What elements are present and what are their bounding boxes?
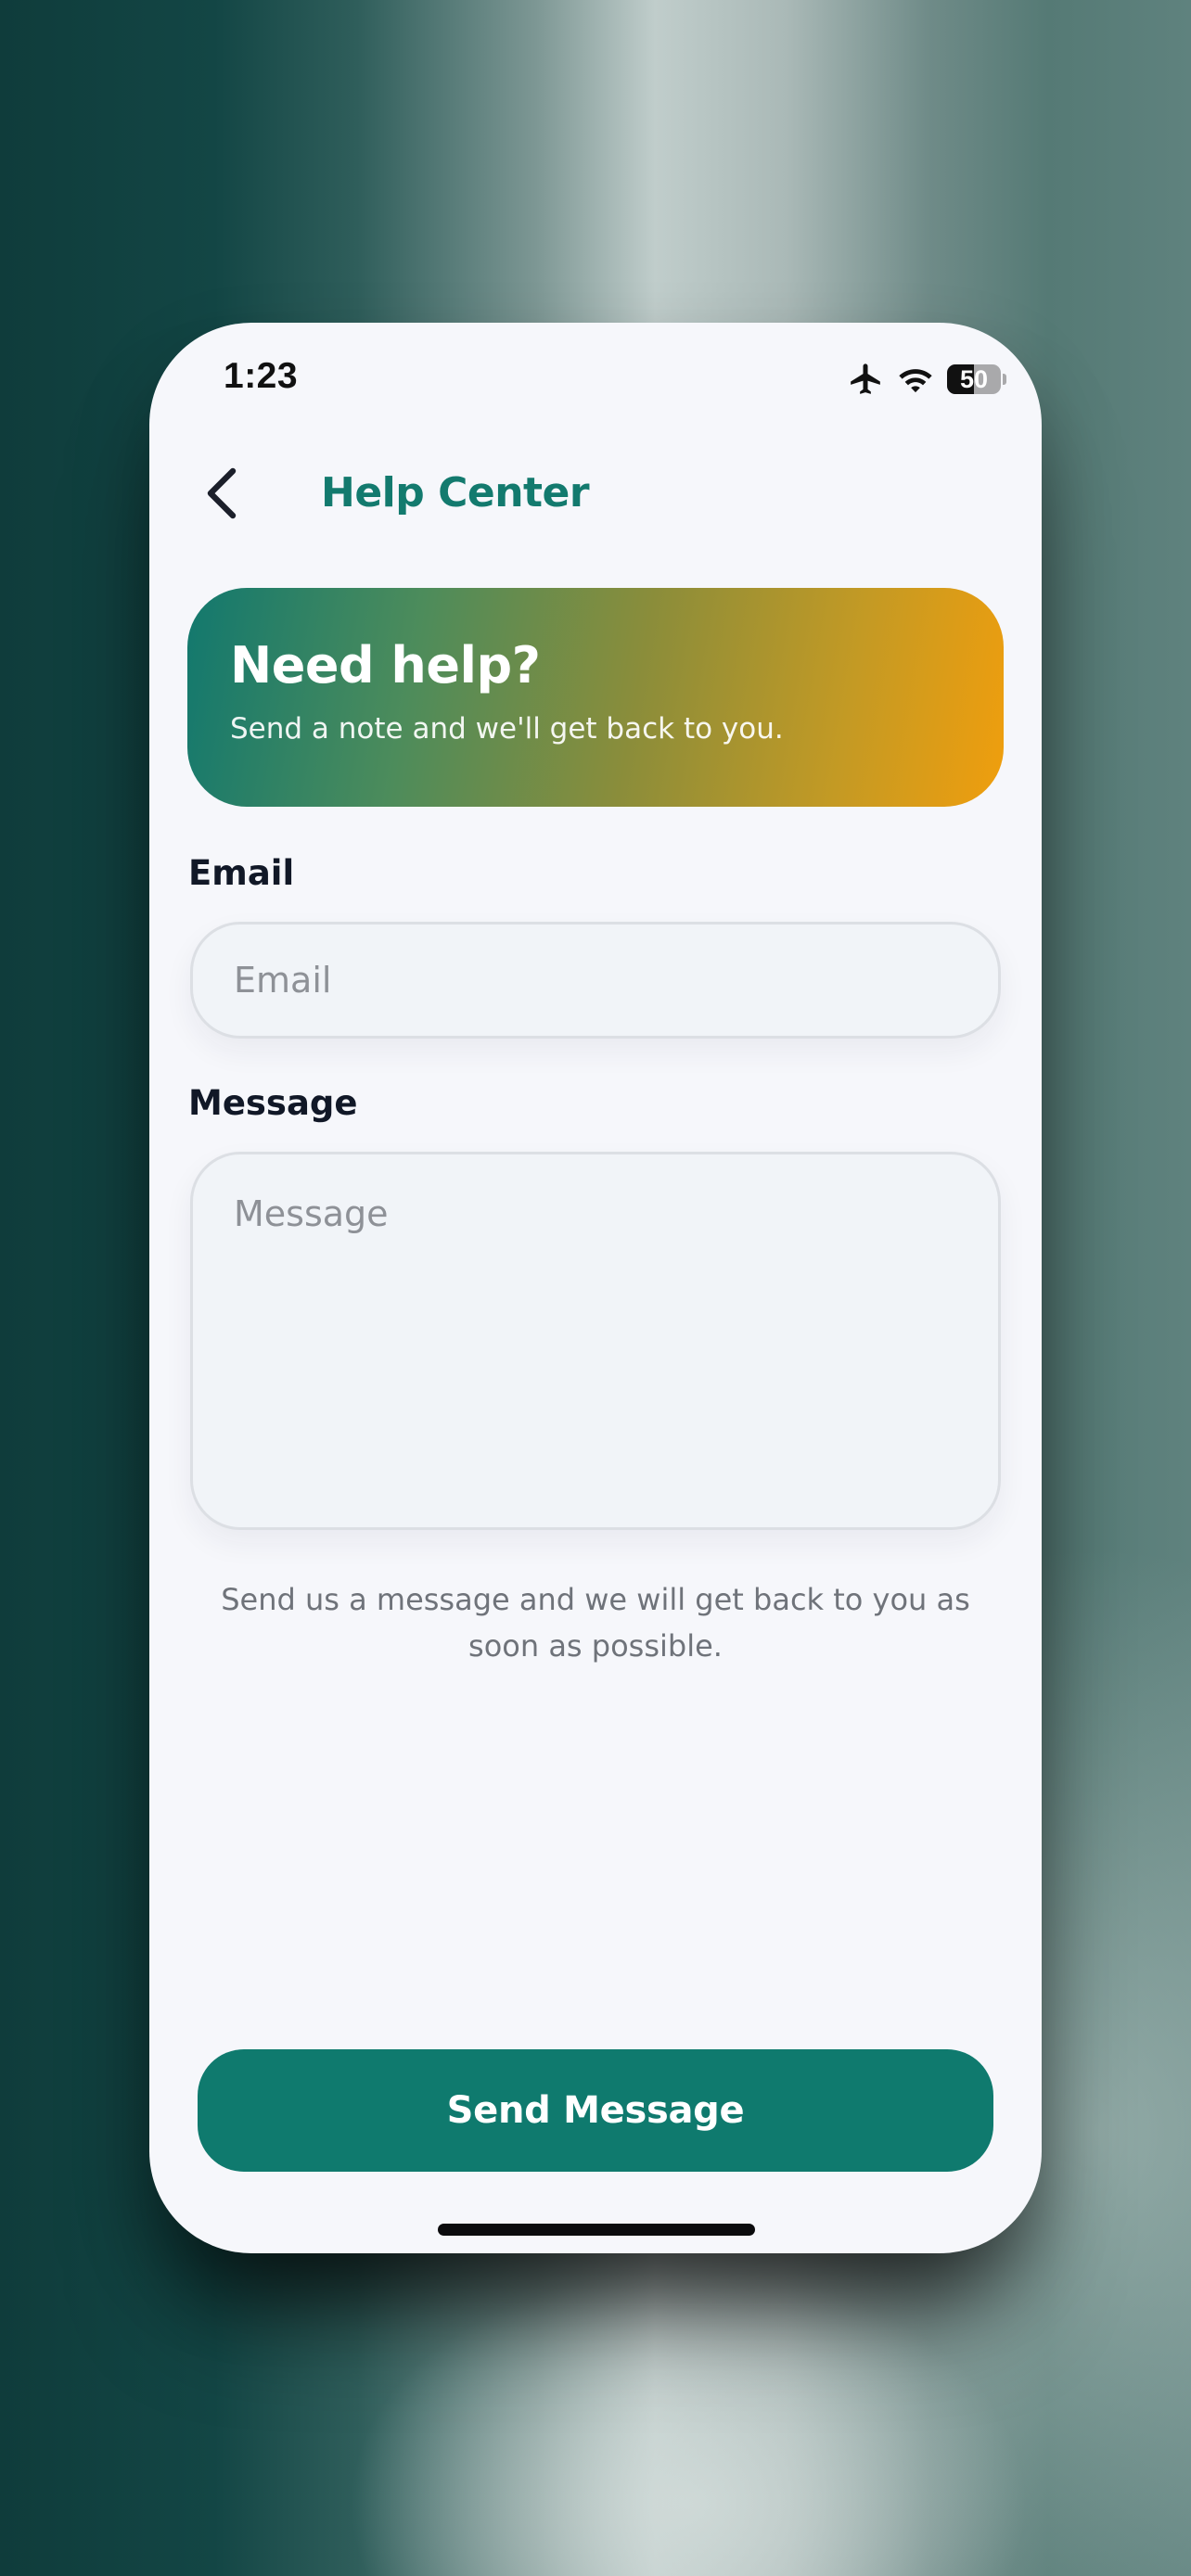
page-title: Help Center (321, 469, 590, 516)
battery-cap (1003, 374, 1006, 385)
message-label: Message (188, 1083, 358, 1123)
status-icons: 50 (847, 360, 1006, 399)
nav-bar: Help Center (149, 443, 1042, 545)
hero-title: Need help? (230, 636, 541, 695)
message-field[interactable] (190, 1152, 1001, 1530)
email-field[interactable] (190, 922, 1001, 1039)
battery-level-text: 50 (959, 364, 989, 393)
home-indicator[interactable] (438, 2224, 755, 2236)
back-button[interactable] (186, 460, 257, 530)
hero-subtitle: Send a note and we'll get back to you. (230, 712, 784, 746)
battery-icon: 50 (947, 364, 1001, 394)
phone-screen: 1:23 50 Help Center Need help? Send a no… (149, 323, 1042, 2253)
airplane-mode-icon (847, 361, 884, 398)
status-time: 1:23 (224, 356, 299, 396)
chevron-left-icon (201, 467, 242, 523)
helper-text: Send us a message and we will get back t… (221, 1582, 970, 1664)
status-bar: 1:23 50 (149, 323, 1042, 434)
wifi-icon (897, 364, 934, 394)
send-message-button[interactable]: Send Message (198, 2049, 993, 2172)
help-hero-banner: Need help? Send a note and we'll get bac… (187, 588, 1004, 807)
email-label: Email (188, 853, 295, 893)
